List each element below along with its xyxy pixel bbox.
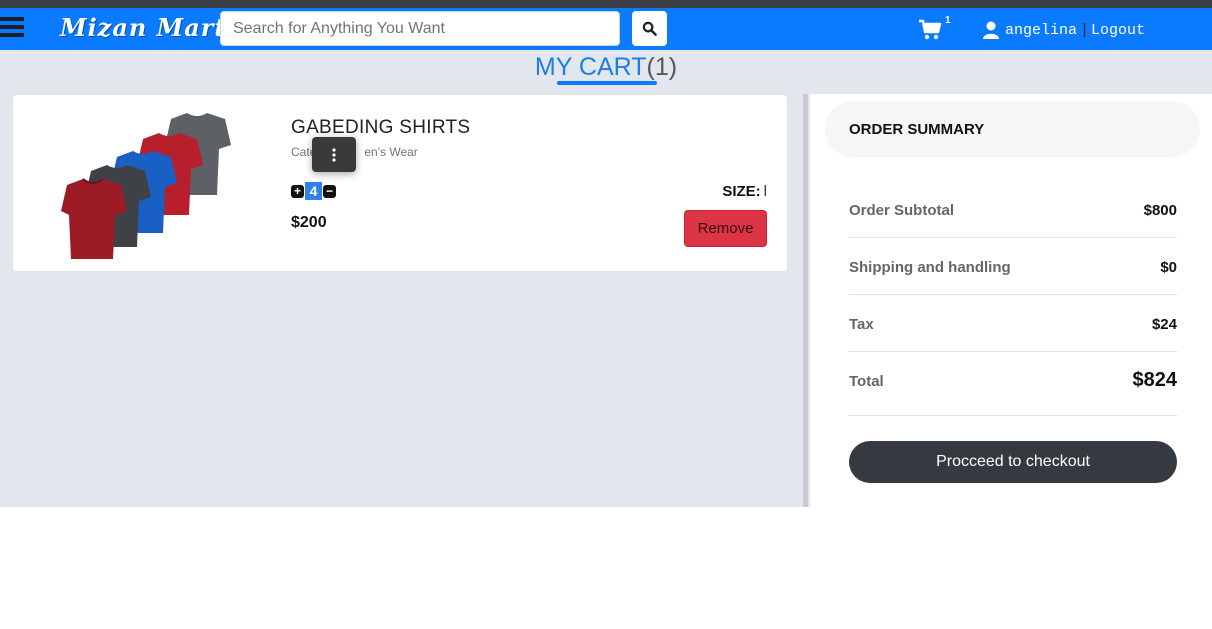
order-summary: ORDER SUMMARY Order Subtotal $800 Shippi…	[810, 94, 1212, 507]
total-label: Total	[849, 373, 884, 390]
minus-icon[interactable]: −	[323, 184, 336, 198]
size-value: l	[763, 183, 767, 200]
product-image[interactable]	[59, 105, 239, 261]
cart-count-badge: 1	[945, 15, 951, 26]
tax-row: Tax $24	[849, 295, 1177, 352]
cart-link[interactable]: 1	[918, 15, 958, 42]
panel-divider	[803, 94, 808, 507]
shipping-row: Shipping and handling $0	[849, 238, 1177, 295]
main-content: MY CART(1) GABEDING SHIRTS Cate en's Wear…	[0, 50, 1212, 507]
kebab-menu-icon[interactable]	[312, 137, 356, 172]
product-price: $200	[291, 214, 327, 231]
page-title-text: MY CART	[534, 53, 647, 81]
user-area: angelina | Logout	[982, 18, 1145, 42]
total-row: Total $824	[849, 352, 1177, 416]
checkout-button[interactable]: Procceed to checkout	[849, 441, 1177, 483]
quantity-stepper: + 4 −	[291, 182, 336, 200]
product-name[interactable]: GABEDING SHIRTS	[291, 117, 470, 139]
remove-button[interactable]: Remove	[684, 210, 767, 247]
plus-icon[interactable]: +	[291, 184, 304, 198]
size-label: SIZE:	[722, 183, 761, 200]
search-button[interactable]	[632, 11, 667, 46]
total-value: $824	[1132, 369, 1178, 391]
menu-icon[interactable]	[0, 17, 24, 39]
cart-item-count: (1)	[646, 53, 678, 81]
nav-separator: |	[1080, 21, 1090, 39]
shipping-value: $0	[1160, 259, 1177, 276]
page-title: MY CART(1)	[0, 53, 1212, 82]
category-suffix: en's Wear	[364, 145, 418, 159]
product-size: SIZE: l	[722, 183, 767, 200]
navbar: Mizan Mart 1 angelina | Logout	[0, 8, 1212, 50]
brand-logo[interactable]: Mizan Mart	[60, 13, 227, 42]
order-summary-header: ORDER SUMMARY	[825, 101, 1200, 157]
search-input[interactable]	[220, 11, 620, 46]
tax-value: $24	[1151, 316, 1177, 333]
subtotal-label: Order Subtotal	[849, 202, 955, 219]
search-icon	[642, 21, 657, 36]
username[interactable]: angelina	[1005, 22, 1077, 39]
subtotal-value: $800	[1143, 202, 1177, 219]
quantity-value[interactable]: 4	[305, 182, 322, 200]
top-strip	[0, 0, 1212, 8]
order-summary-title: ORDER SUMMARY	[849, 121, 985, 138]
subtotal-row: Order Subtotal $800	[849, 187, 1177, 238]
user-icon	[983, 21, 999, 39]
cart-icon	[919, 19, 942, 40]
tax-label: Tax	[849, 316, 874, 333]
cart-item-card: GABEDING SHIRTS Cate en's Wear + 4 − $200…	[12, 94, 788, 272]
shipping-label: Shipping and handling	[849, 259, 1011, 276]
logout-link[interactable]: Logout	[1091, 22, 1145, 39]
title-underline	[557, 81, 657, 85]
